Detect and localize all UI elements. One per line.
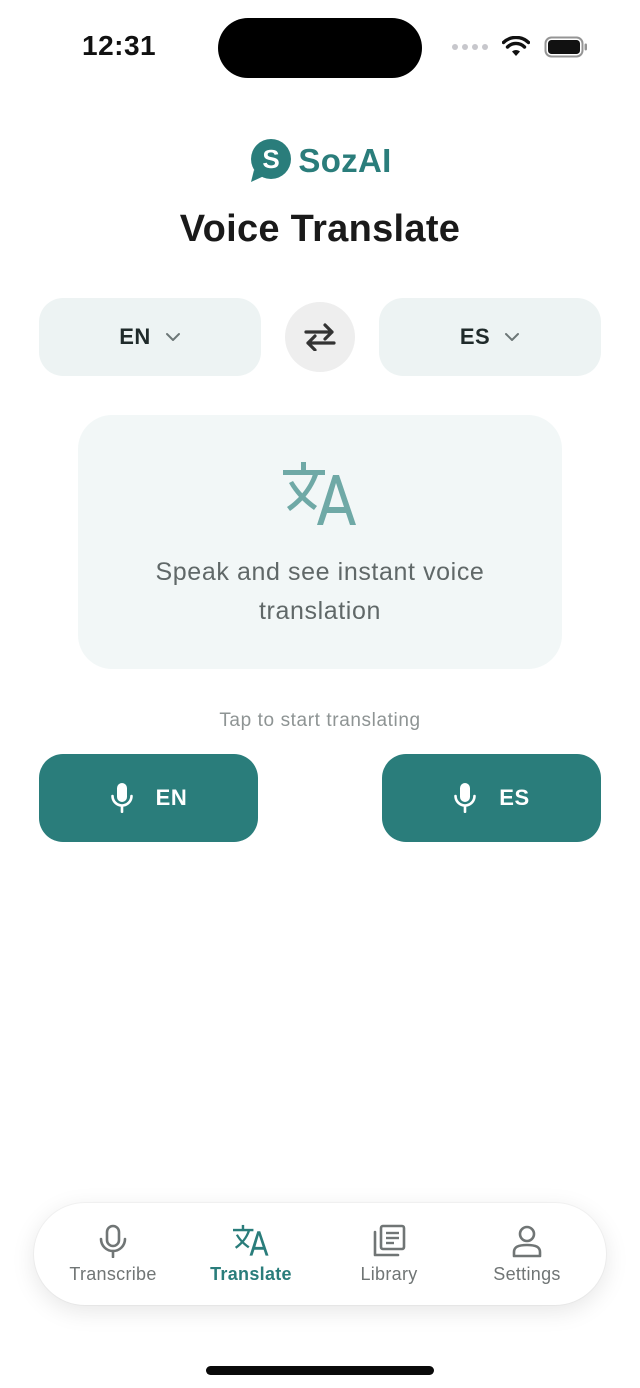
person-icon: [512, 1225, 542, 1257]
record-source-button[interactable]: EN: [39, 754, 258, 842]
battery-icon: [544, 36, 587, 58]
source-language-code: EN: [119, 324, 151, 349]
microphone-icon: [110, 783, 133, 813]
status-icons: [452, 36, 588, 58]
bottom-tab-bar: Transcribe Translate Library Settings: [34, 1203, 606, 1305]
microphone-icon: [99, 1224, 127, 1258]
translate-icon: [233, 1224, 269, 1256]
library-icon: [373, 1224, 406, 1256]
wifi-icon: [502, 36, 530, 56]
tab-label: Library: [360, 1263, 418, 1284]
swap-arrows-icon: [304, 323, 336, 351]
page-title: Voice Translate: [179, 208, 461, 250]
source-language-select[interactable]: EN: [39, 298, 261, 376]
hint-text: Tap to start translating: [219, 710, 421, 731]
tab-translate[interactable]: Translate: [186, 1224, 316, 1285]
brand-header: S SozAI: [0, 138, 640, 184]
swap-languages-button[interactable]: [285, 302, 355, 372]
microphone-icon: [454, 783, 477, 813]
brand-name: SozAI: [298, 142, 392, 179]
tab-label: Translate: [210, 1263, 292, 1284]
target-language-code: ES: [459, 324, 491, 349]
translate-icon: [283, 462, 356, 525]
target-language-select[interactable]: ES: [379, 298, 601, 376]
app-screen: 12:31 S SozAI Voice Translate EN ES Spea…: [0, 0, 640, 1388]
signal-dots-icon: [452, 44, 488, 50]
card-instruction-text: Speak and see instant voice translation: [155, 558, 485, 625]
sozai-logo-icon: S: [251, 139, 292, 182]
status-bar: 12:31: [0, 0, 640, 96]
logo-letter: S: [263, 144, 280, 174]
tab-label: Transcribe: [69, 1263, 157, 1284]
dynamic-island: [218, 18, 422, 78]
status-time: 12:31: [82, 30, 157, 61]
tab-label: Settings: [493, 1263, 561, 1284]
home-indicator: [206, 1366, 434, 1375]
translation-card: Speak and see instant voice translation: [78, 415, 562, 669]
chevron-down-icon: [505, 333, 520, 341]
tab-library[interactable]: Library: [324, 1224, 454, 1285]
record-source-label: EN: [155, 785, 188, 810]
record-target-label: ES: [499, 785, 530, 810]
record-target-button[interactable]: ES: [382, 754, 601, 842]
chevron-down-icon: [165, 333, 180, 341]
tab-settings[interactable]: Settings: [462, 1224, 592, 1285]
tab-transcribe[interactable]: Transcribe: [48, 1224, 178, 1285]
